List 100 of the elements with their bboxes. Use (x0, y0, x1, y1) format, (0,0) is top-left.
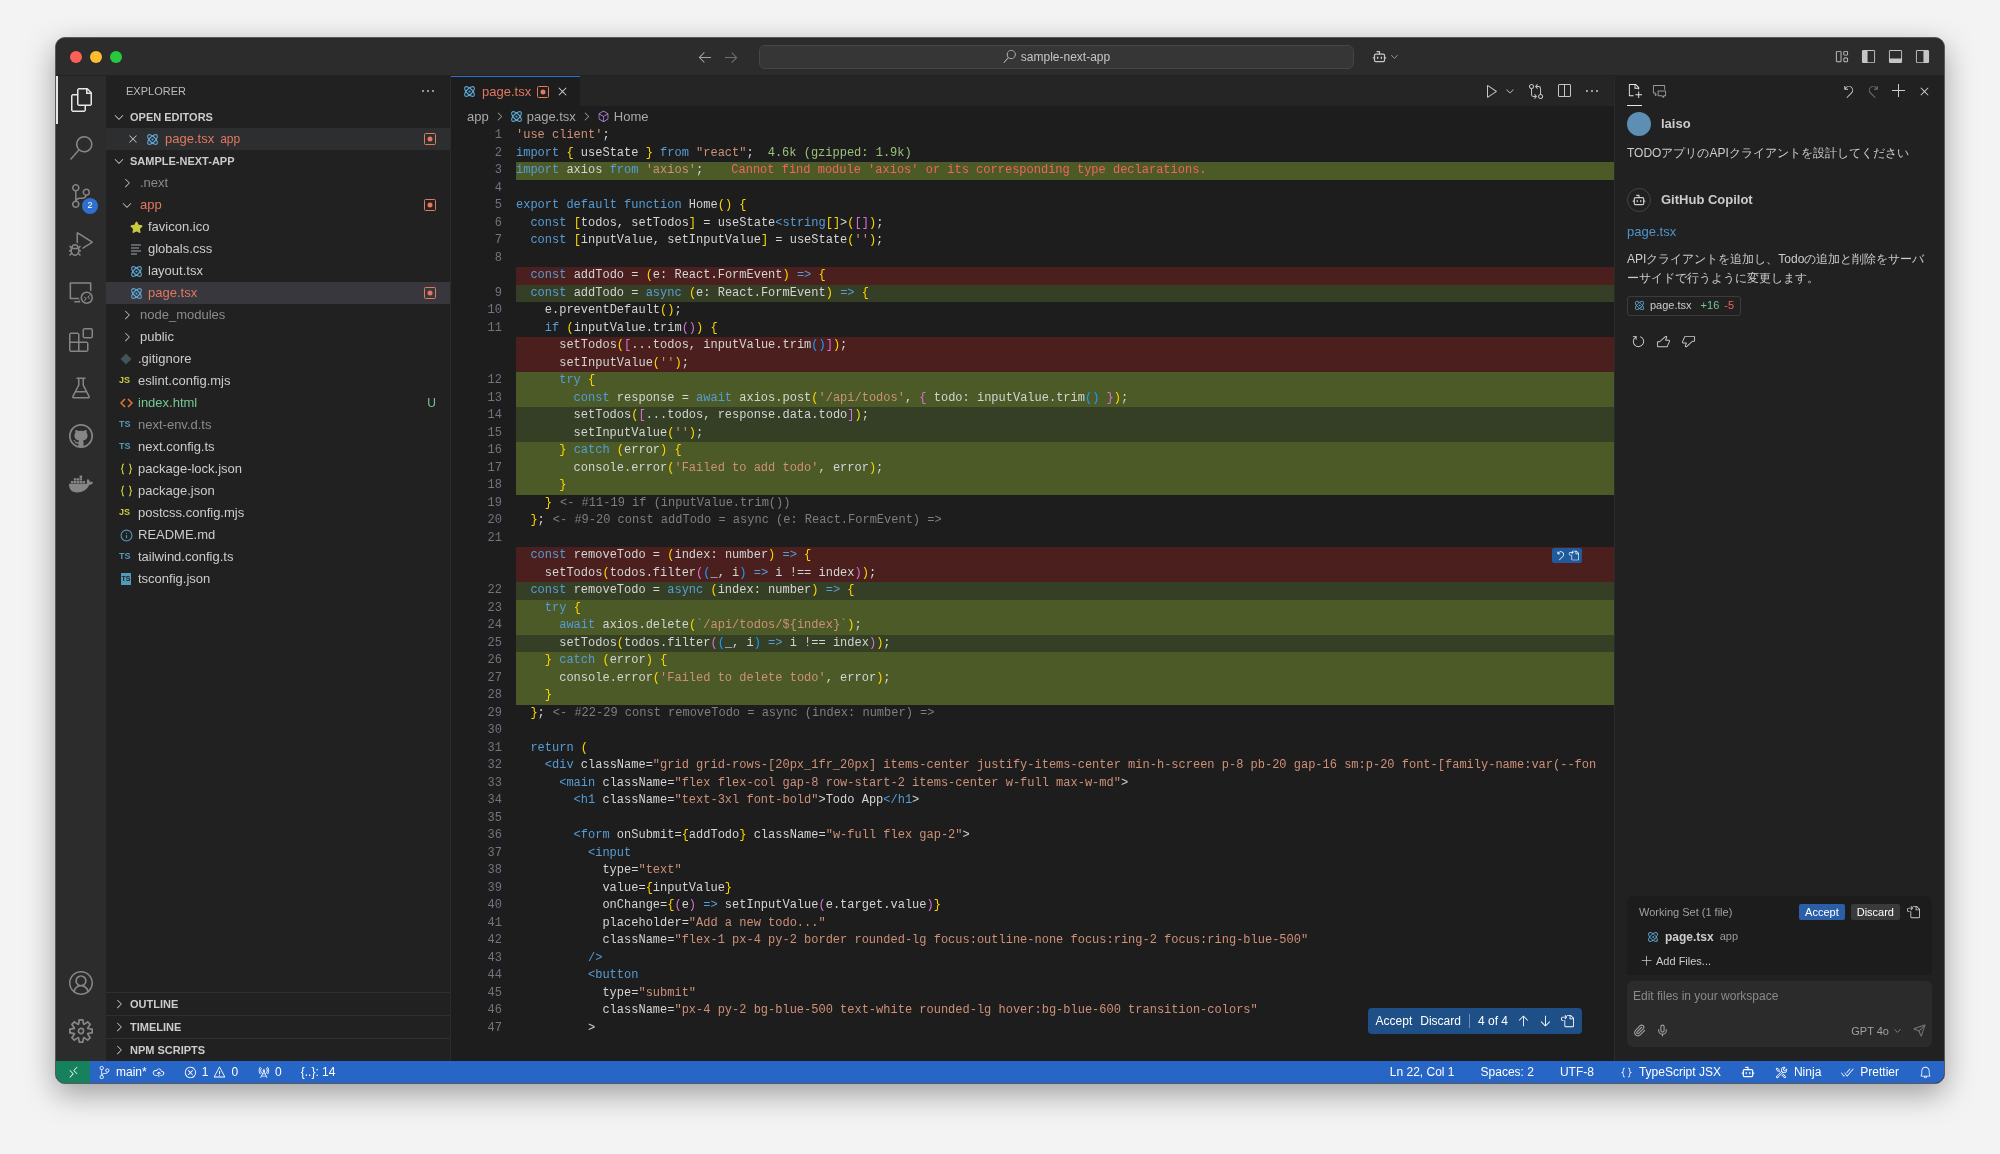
cursor-position[interactable]: Ln 22, Col 1 (1389, 1063, 1455, 1081)
section-header[interactable]: NPM SCRIPTS (106, 1039, 450, 1061)
activity-bar-item[interactable]: 2 (56, 172, 106, 220)
section-header[interactable]: TIMELINE (106, 1016, 450, 1038)
line-number: 7 (494, 233, 502, 247)
code-line: <main className="flex flex-col gap-8 row-start-2 items-center w-full max-w-md"> (558, 774, 1129, 792)
file-tree-item[interactable]: TS tailwind.config.ts (106, 546, 450, 568)
section-header[interactable]: SAMPLE-NEXT-APP (106, 150, 450, 172)
file-tree-item[interactable]: README.md (106, 524, 450, 546)
command-search-field[interactable]: sample-next-app (759, 44, 1354, 69)
thumbs-up-icon[interactable] (1656, 333, 1671, 349)
modified-dot-icon (424, 133, 436, 145)
count-badge: 2 (82, 198, 98, 214)
indentation[interactable]: Spaces: 2 (1480, 1063, 1534, 1081)
right-sidebar-icon[interactable] (1915, 49, 1930, 64)
file-name[interactable]: page.tsx (1665, 927, 1714, 946)
language-mode[interactable]: TypeScript JSX (1638, 1063, 1721, 1081)
layout-icon[interactable] (1834, 49, 1849, 64)
bottom-panel-icon[interactable] (1888, 49, 1903, 64)
prettier-status[interactable]: Prettier (1860, 1063, 1899, 1081)
run-icon[interactable] (1484, 83, 1500, 99)
files-icon (70, 88, 94, 112)
open-editor-item[interactable]: page.tsx app (106, 128, 450, 150)
chat-input-field[interactable]: Edit files in your workspace (1633, 987, 1926, 1005)
minimize-window-button[interactable] (90, 50, 102, 63)
file-tree-item[interactable]: favicon.ico (106, 216, 450, 238)
model-picker[interactable]: GPT 4o (1851, 1022, 1903, 1039)
line-number: 9 (494, 285, 502, 300)
ninja-status[interactable]: Ninja (1793, 1063, 1822, 1081)
close-window-button[interactable] (70, 50, 82, 63)
code-line: const response = await axios.post('/api/todos', { todo: inputValue.trim() }); (572, 389, 1129, 407)
zoom-window-button[interactable] (110, 50, 122, 63)
code-line: 'use client'; (516, 127, 610, 144)
file-tree-item[interactable]: page.tsx (106, 282, 450, 304)
discard-button[interactable]: Discard (1850, 904, 1900, 921)
branch-name[interactable]: main* (116, 1063, 147, 1081)
breadcrumb-item[interactable]: page.tsx (526, 106, 576, 127)
file-tree-item[interactable]: index.html U (106, 392, 450, 414)
code-line: import axios from 'axios'; (516, 162, 704, 179)
file-name: page.tsx (165, 130, 215, 149)
working-set-title: Working Set (1 file) (1639, 905, 1734, 920)
microphone-icon[interactable] (1656, 1024, 1669, 1038)
paperclip-icon[interactable] (1633, 1024, 1646, 1038)
plus-icon[interactable] (1891, 83, 1907, 99)
file-tree-item[interactable]: layout.tsx (106, 260, 450, 282)
remote-button[interactable] (56, 1061, 90, 1083)
thumbs-down-icon[interactable] (1681, 333, 1696, 349)
file-tree-item[interactable]: package.json (106, 480, 450, 502)
cloud-upload-icon[interactable] (151, 1065, 165, 1079)
discard-button[interactable]: Discard (1420, 1012, 1461, 1030)
breadcrumb-item[interactable]: Home (613, 106, 649, 127)
file-tree-item[interactable]: globals.css (106, 238, 450, 260)
changed-file-chip[interactable]: page.tsx +16 -5 (1627, 295, 1742, 316)
symbol-count[interactable]: {..}: 14 (286, 1063, 336, 1081)
undo-icon[interactable] (1555, 550, 1566, 561)
file-icon[interactable] (1906, 905, 1920, 920)
send-icon[interactable] (1913, 1024, 1926, 1038)
left-sidebar-icon[interactable] (1861, 49, 1876, 64)
encoding[interactable]: UTF-8 (1559, 1063, 1594, 1081)
code-line: /> (587, 949, 603, 967)
file-tree-item[interactable]: .gitignore (106, 348, 450, 370)
scope-annotation: <- #9-20 const addTodo = async (e: React.FormEvent) => (552, 512, 942, 529)
file-tree-item[interactable]: TS next-env.d.ts (106, 414, 450, 436)
file-tree-item[interactable]: JS eslint.config.mjs (106, 370, 450, 392)
file-icon[interactable] (1560, 1014, 1574, 1028)
add-files-button[interactable]: Add Files... (1639, 952, 1920, 969)
arrow-up-icon[interactable] (1516, 1014, 1530, 1028)
section-header[interactable]: OPEN EDITORS (106, 106, 450, 128)
file-icon[interactable] (1568, 550, 1579, 561)
accept-button[interactable]: Accept (1799, 904, 1845, 921)
assistant-message: APIクライアントを追加し、Todoの追加と削除をサーバーサイドで行うように変更します。 (1627, 250, 1926, 287)
file-folder-label: app (220, 131, 242, 148)
settings-icon (69, 1019, 93, 1043)
bell-icon[interactable] (1919, 1065, 1932, 1079)
file-tree-item[interactable]: .next (106, 172, 450, 194)
file-tree-item[interactable]: TS next.config.ts (106, 436, 450, 458)
chat-input-box[interactable]: Edit files in your workspace GPT 4o (1627, 981, 1932, 1047)
arrow-down-icon[interactable] (1538, 1014, 1552, 1028)
line-number: 15 (487, 425, 502, 440)
compare-changes-icon[interactable] (1528, 83, 1544, 99)
redo-icon[interactable] (1866, 83, 1881, 99)
breadcrumb-item[interactable]: app (467, 106, 489, 127)
code-line: if (inputValue.trim()) { (543, 319, 718, 337)
file-tree-item[interactable]: app (106, 194, 450, 216)
file-tree-item[interactable]: package-lock.json (106, 458, 450, 480)
accept-button[interactable]: Accept (1375, 1012, 1413, 1030)
editor-tab[interactable]: page.tsx (451, 76, 581, 106)
retry-icon[interactable] (1631, 333, 1646, 349)
line-number: 35 (487, 810, 502, 825)
split-editor-icon[interactable] (1556, 83, 1572, 99)
file-link[interactable]: page.tsx (1627, 222, 1932, 242)
line-number: 1 (494, 128, 502, 142)
bot-icon[interactable] (1740, 1065, 1755, 1079)
file-tree-item[interactable]: public (106, 326, 450, 348)
bot-icon[interactable] (1372, 49, 1387, 64)
section-header[interactable]: OUTLINE (106, 993, 450, 1015)
undo-icon[interactable] (1841, 83, 1856, 99)
file-tree-item[interactable]: JS postcss.config.mjs (106, 502, 450, 524)
panel-title: EXPLORER (126, 83, 186, 99)
file-tree-item[interactable]: node_modules (106, 304, 450, 326)
